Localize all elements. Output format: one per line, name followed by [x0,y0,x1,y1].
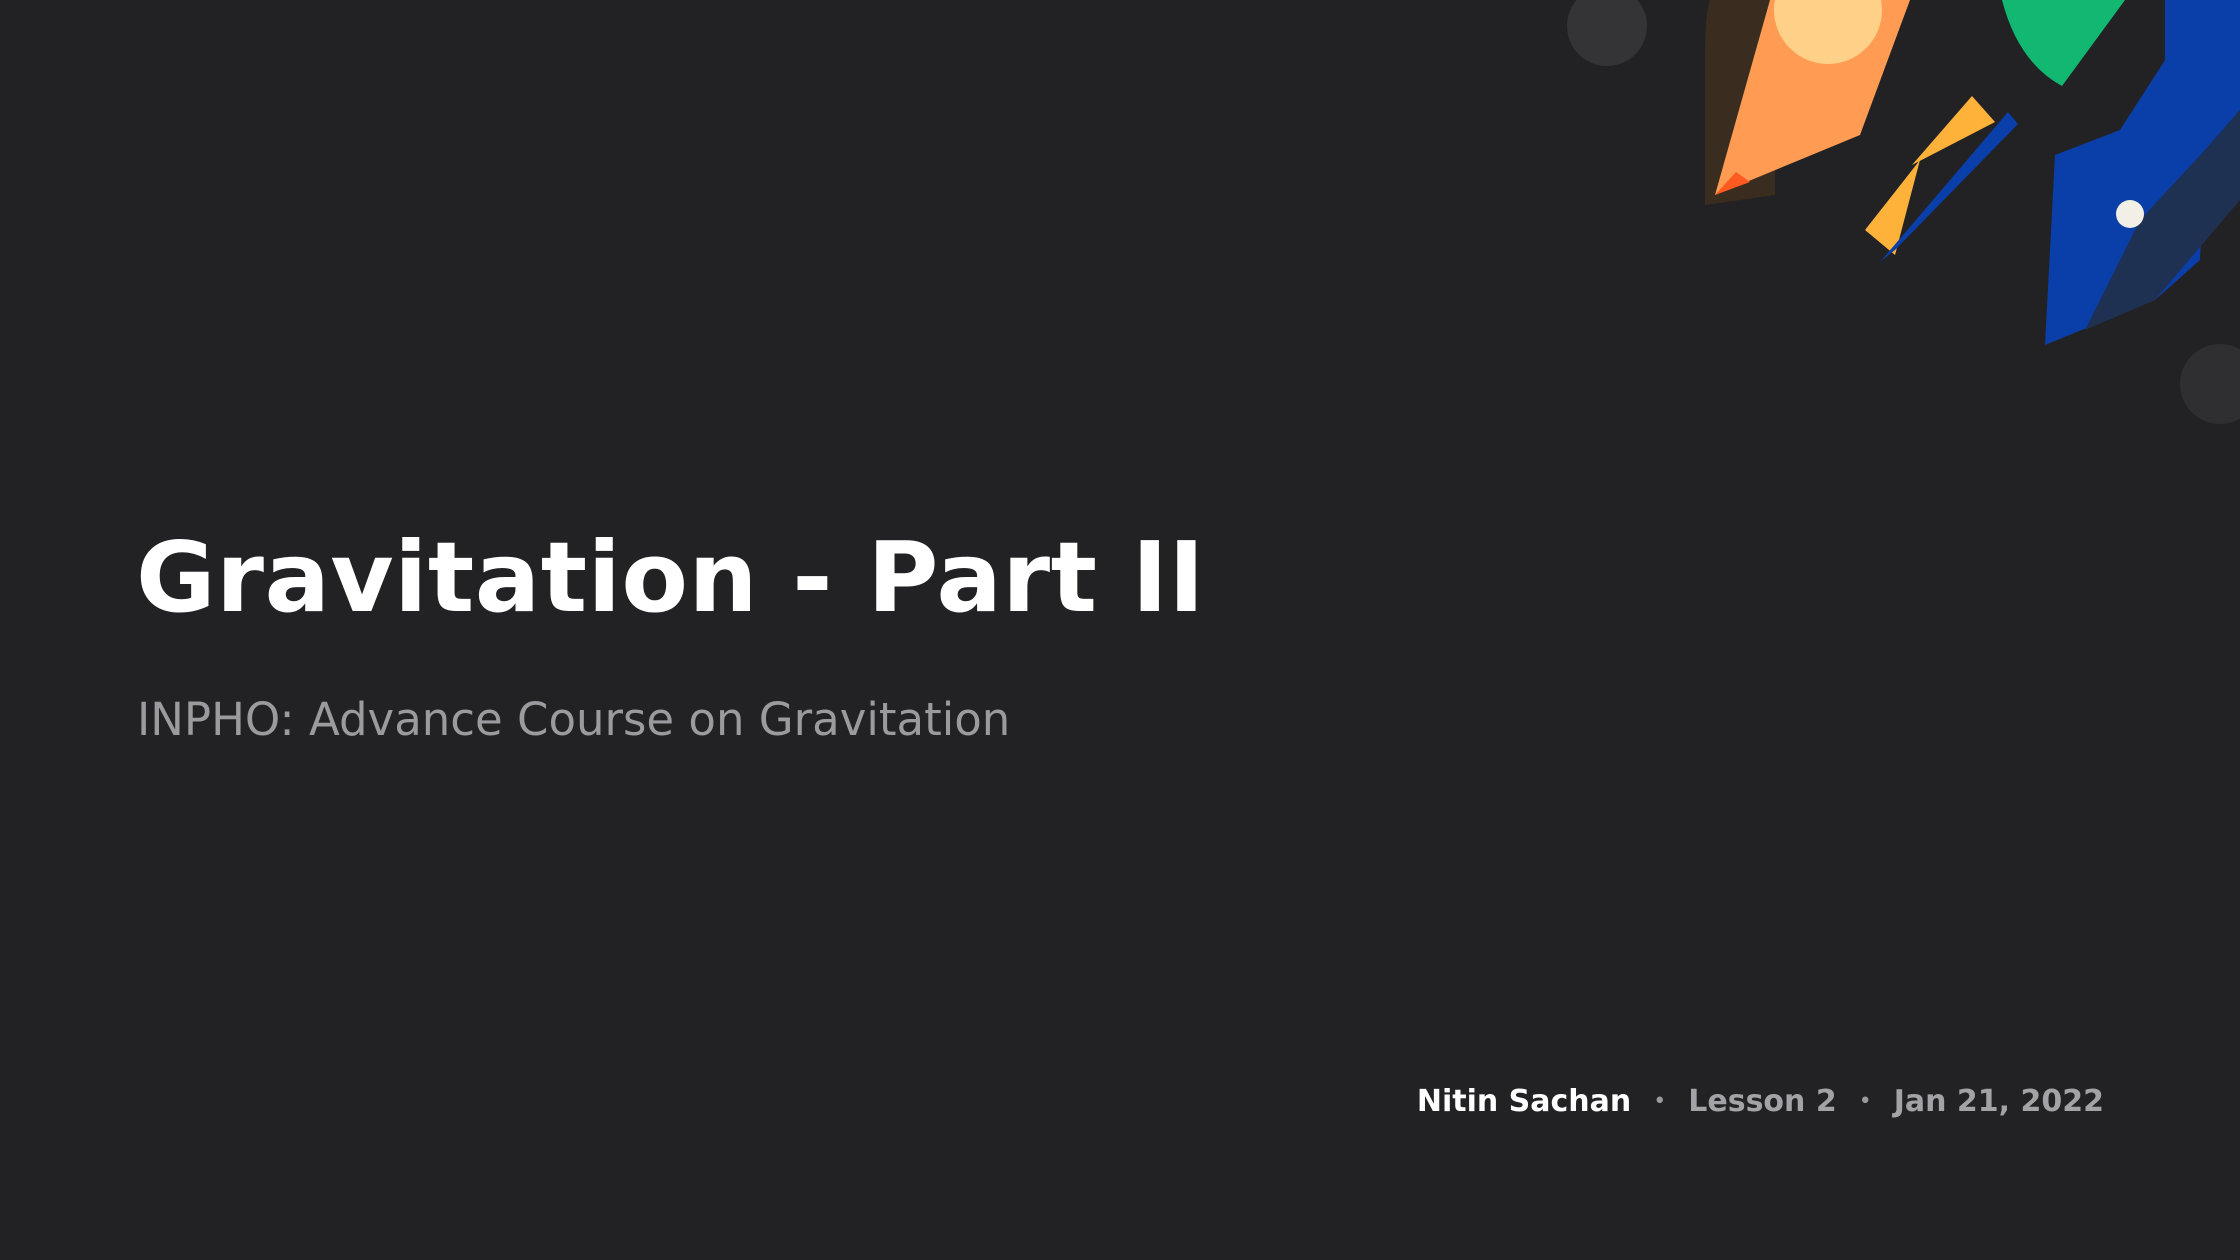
course-subtitle: INPHO: Advance Course on Gravitation [137,693,1011,746]
grey-circle-right [2180,344,2240,424]
lesson-meta: Nitin Sachan • Lesson 2 • Jan 21, 2022 [1417,1082,2104,1122]
separator-dot: • [1858,1089,1872,1114]
slide: Gravitation - Part II INPHO: Advance Cou… [0,0,2240,1260]
grey-circle-top [1567,0,1647,66]
decorative-shapes [1567,0,2240,424]
white-dot [2116,200,2144,228]
lesson-date: Jan 21, 2022 [1893,1084,2104,1119]
page-title: Gravitation - Part II [136,521,1205,634]
green-drop-shape [2002,0,2125,86]
educator-name: Nitin Sachan [1416,1084,1632,1119]
separator-dot: • [1653,1089,1667,1114]
yellow-bow-left [1865,160,1920,255]
lesson-number: Lesson 2 [1688,1084,1837,1119]
